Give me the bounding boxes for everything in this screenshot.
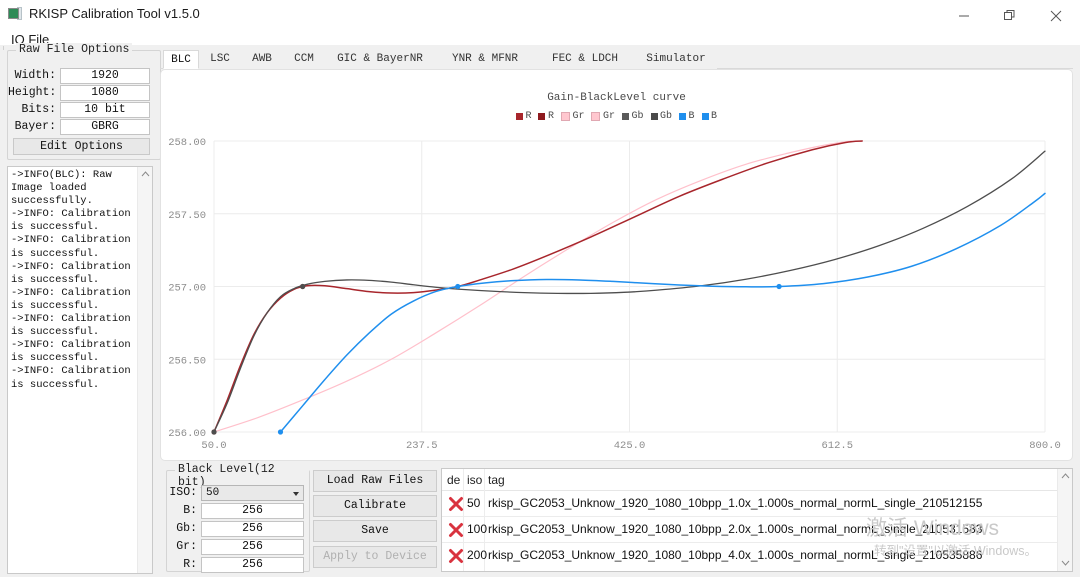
b-input[interactable]: 256: [201, 503, 304, 519]
gb-label: Gb:: [176, 522, 197, 535]
tab-simulator[interactable]: Simulator: [635, 50, 717, 69]
log-panel: ->INFO(BLC): Raw Image loaded successful…: [7, 166, 153, 574]
log-text: ->INFO(BLC): Raw Image loaded successful…: [11, 169, 131, 391]
row-iso: 50: [467, 496, 481, 510]
apply-to-device-button: Apply to Device: [313, 546, 437, 568]
x-axis-tick-label: 237.5: [406, 440, 438, 452]
chevron-down-icon: [293, 492, 299, 496]
series-marker-gb: [300, 283, 306, 290]
width-label: Width:: [14, 69, 56, 82]
calibrate-button[interactable]: Calibrate: [313, 495, 437, 517]
delete-icon[interactable]: [447, 547, 465, 565]
y-axis-tick-label: 257.50: [168, 210, 206, 222]
tab-gic-bayernr[interactable]: GIC & BayerNR: [325, 50, 435, 69]
tab-ynr-mfnr[interactable]: YNR & MFNR: [435, 50, 535, 69]
tab-fec-ldch[interactable]: FEC & LDCH: [535, 50, 635, 69]
x-axis-tick-label: 50.0: [201, 440, 226, 452]
row-tag: rkisp_GC2053_Unknow_1920_1080_10bpp_2.0x…: [488, 522, 983, 536]
log-scroll-up-icon[interactable]: [138, 167, 152, 182]
tab-ccm[interactable]: CCM: [283, 50, 325, 69]
y-axis-tick-label: 256.50: [168, 355, 206, 367]
iso-label: ISO:: [169, 486, 197, 499]
title-bar: RKISP Calibration Tool v1.5.0: [0, 0, 1080, 31]
row-tag: rkisp_GC2053_Unknow_1920_1080_10bpp_4.0x…: [488, 548, 983, 562]
bits-label: Bits:: [21, 103, 56, 116]
table-scrollbar[interactable]: [1057, 469, 1072, 571]
tab-lsc[interactable]: LSC: [199, 50, 241, 69]
bayer-label: Bayer:: [14, 120, 56, 133]
tab-bar: BLC LSC AWB CCM GIC & BayerNR YNR & MFNR…: [160, 50, 1073, 69]
iso-value: 50: [206, 487, 220, 499]
black-level-group: Black Level(12 bit) ISO: 50 B: 256 Gb: 2…: [166, 463, 310, 573]
height-input[interactable]: 1080: [60, 85, 150, 101]
height-label: Height:: [8, 86, 57, 99]
iso-dropdown[interactable]: 50: [201, 485, 304, 501]
raw-file-table: de iso tag 50 rkisp_GC2053_Unknow_1920_1…: [441, 468, 1073, 572]
b-label: B:: [183, 504, 197, 517]
y-axis-tick-label: 258.00: [168, 137, 206, 149]
gb-input[interactable]: 256: [201, 521, 304, 537]
r-input[interactable]: 256: [201, 557, 304, 573]
series-line-b: [279, 192, 1046, 433]
close-button[interactable]: [1033, 0, 1079, 31]
bits-input[interactable]: 10 bit: [60, 102, 150, 118]
window-title: RKISP Calibration Tool v1.5.0: [29, 6, 200, 21]
delete-icon[interactable]: [447, 521, 465, 539]
edit-options-button[interactable]: Edit Options: [13, 138, 150, 155]
series-marker-gb: [211, 429, 217, 435]
application-window: RKISP Calibration Tool v1.5.0 IQ File Ra…: [0, 0, 1080, 577]
y-axis-tick-label: 257.00: [168, 283, 206, 295]
row-tag: rkisp_GC2053_Unknow_1920_1080_10bpp_1.0x…: [488, 496, 983, 510]
minimize-button[interactable]: [941, 0, 987, 31]
tab-blc[interactable]: BLC: [163, 50, 199, 69]
column-header-de: de: [447, 473, 461, 487]
table-scroll-up-icon[interactable]: [1058, 469, 1072, 484]
load-raw-files-button[interactable]: Load Raw Files: [313, 470, 437, 492]
column-header-tag: tag: [488, 473, 505, 487]
y-axis-tick-label: 256.00: [168, 428, 206, 440]
x-axis-tick-label: 612.5: [821, 440, 853, 452]
delete-icon[interactable]: [447, 495, 465, 513]
log-scrollbar[interactable]: [137, 167, 152, 573]
r-label: R:: [183, 558, 197, 571]
row-iso: 200: [467, 548, 488, 562]
maximize-button[interactable]: [987, 0, 1033, 31]
table-row[interactable]: 200 rkisp_GC2053_Unknow_1920_1080_10bpp_…: [442, 543, 1072, 569]
raw-file-options-group: Raw File Options Width: 1920 Height: 108…: [7, 43, 161, 160]
column-header-iso: iso: [467, 473, 483, 487]
save-button[interactable]: Save: [313, 520, 437, 542]
series-marker-b: [277, 429, 284, 435]
app-icon: [8, 7, 23, 22]
table-row[interactable]: 100 rkisp_GC2053_Unknow_1920_1080_10bpp_…: [442, 517, 1072, 543]
row-iso: 100: [467, 522, 488, 536]
table-row[interactable]: 50 rkisp_GC2053_Unknow_1920_1080_10bpp_1…: [442, 491, 1072, 517]
raw-file-options-title: Raw File Options: [16, 43, 133, 56]
table-header: de iso tag: [442, 469, 1072, 491]
chart-panel: Gain-BlackLevel curve R R Gr Gr Gb Gb B B 256.0…: [160, 69, 1073, 461]
table-scroll-down-icon[interactable]: [1058, 556, 1072, 571]
gain-blacklevel-chart: 256.00 256.50 257.00 257.50 258.00 50.0 237.5 4…: [168, 137, 1061, 452]
x-axis-tick-label: 800.0: [1029, 440, 1061, 452]
x-axis-tick-label: 425.0: [614, 440, 646, 452]
series-marker-b: [455, 283, 461, 290]
width-input[interactable]: 1920: [60, 68, 150, 84]
series-marker-b: [776, 283, 782, 290]
gr-label: Gr:: [176, 540, 197, 553]
tab-awb[interactable]: AWB: [241, 50, 283, 69]
bayer-input[interactable]: GBRG: [60, 119, 150, 135]
gr-input[interactable]: 256: [201, 539, 304, 555]
